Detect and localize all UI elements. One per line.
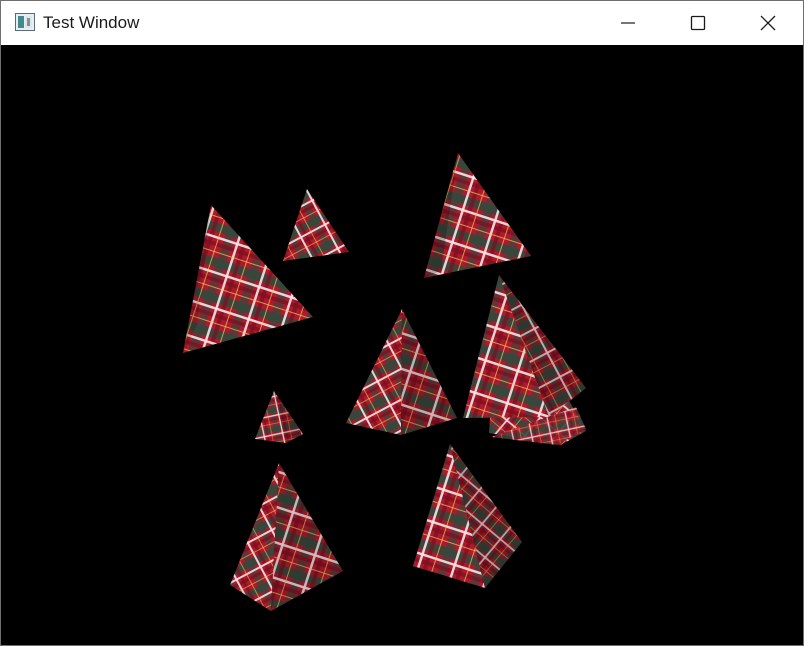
maximize-icon [690,15,706,31]
pyramid-6 [255,391,303,443]
pyramid-3 [424,153,531,278]
pyramid-7 [230,463,343,611]
window-title: Test Window [43,13,140,32]
minimize-icon [621,22,635,24]
pyramid-1 [183,205,313,353]
application-window: Test Window [0,0,804,646]
minimize-button[interactable] [593,1,663,45]
maximize-button[interactable] [663,1,733,45]
close-button[interactable] [733,1,803,45]
close-icon [760,15,776,31]
window-app-icon [15,13,35,31]
pyramid-8 [413,444,522,588]
render-viewport[interactable] [1,45,803,645]
title-bar[interactable]: Test Window [1,1,803,45]
pyramid-2 [283,189,349,261]
pyramid-scene [183,153,586,611]
pyramid-4 [346,309,457,435]
